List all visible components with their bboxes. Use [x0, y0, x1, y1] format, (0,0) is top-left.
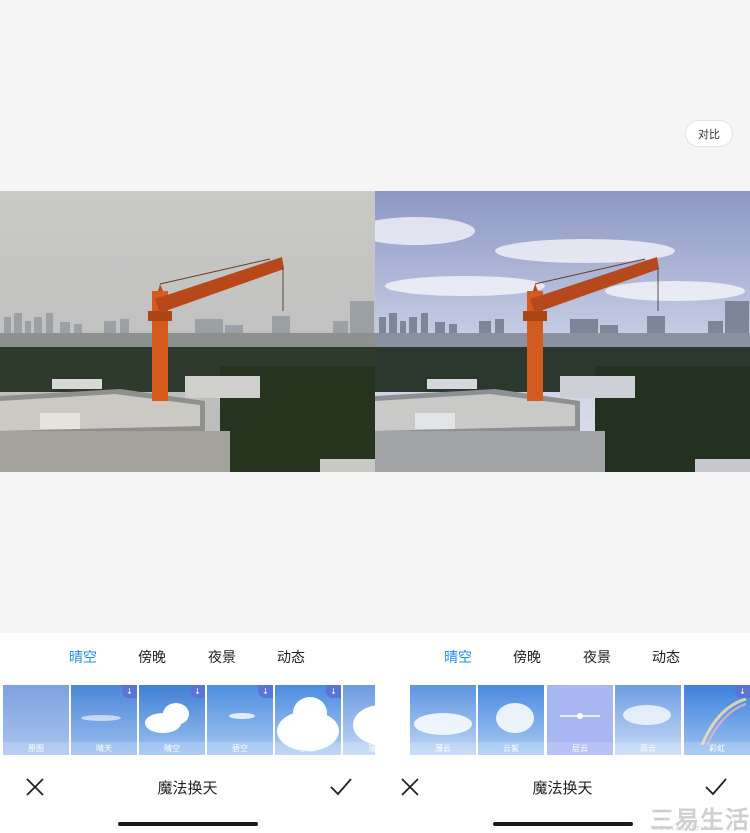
sky-thumb-rain-cloud[interactable]: 雨云	[615, 685, 681, 755]
sky-category-tabs: 晴空 傍晚 夜景 动态	[375, 647, 750, 671]
sky-thumb-azure[interactable]: ↓ 碧空	[207, 685, 273, 755]
sky-thumb-cloud-wisps[interactable]: 云絮	[478, 685, 544, 755]
sky-thumb-label: 彩虹	[684, 742, 750, 755]
intensity-slider-icon[interactable]	[560, 712, 600, 720]
tab-clear-sky[interactable]: 晴空	[444, 647, 472, 667]
edited-photo	[375, 191, 750, 472]
tab-dusk[interactable]: 傍晚	[138, 647, 166, 667]
download-arrow-icon: ↓	[258, 685, 273, 698]
sky-thumb-label: 薄云	[410, 742, 476, 755]
feature-title: 魔法换天	[157, 779, 218, 797]
sky-thumb-label: 雨云	[615, 742, 681, 755]
download-arrow-icon: ↓	[735, 685, 750, 698]
bottom-action-bar: 魔法换天	[0, 773, 375, 803]
tab-dusk[interactable]: 傍晚	[513, 647, 541, 667]
tab-dynamic[interactable]: 动态	[652, 647, 680, 667]
download-arrow-icon: ↓	[122, 685, 137, 698]
tab-night[interactable]: 夜景	[583, 647, 611, 667]
home-indicator	[493, 822, 633, 826]
sky-thumb-sunny[interactable]: ↓ 晴天	[71, 685, 137, 755]
download-arrow-icon: ↓	[190, 685, 205, 698]
sky-thumb-label: 云絮	[478, 742, 544, 755]
watermark-url: www.3elife.net	[652, 824, 718, 832]
sky-thumb-clear[interactable]: ↓ 晴空	[139, 685, 205, 755]
edited-photo-image	[375, 191, 750, 472]
tab-dynamic[interactable]: 动态	[277, 647, 305, 667]
original-photo	[0, 191, 375, 472]
tab-night[interactable]: 夜景	[208, 647, 236, 667]
feature-title: 魔法换天	[532, 779, 593, 797]
sky-thumb-label: 层云	[547, 742, 613, 755]
original-photo-image	[0, 191, 375, 472]
bottom-action-bar: 魔法换天	[375, 773, 750, 803]
check-icon[interactable]	[704, 776, 728, 798]
sky-category-tabs: 晴空 傍晚 夜景 动态	[0, 647, 375, 671]
sky-thumb-label: 晴空	[139, 742, 205, 755]
sky-thumb-rainbow[interactable]: ↓ 彩虹	[684, 685, 750, 755]
sky-picker-panel-left: 晴空 傍晚 夜景 动态 原图 ↓ 晴天 ↓ 晴空 ↓ 碧空 ↓ 多云 薄 魔法换…	[0, 633, 375, 833]
sky-thumb-cloudy[interactable]: ↓ 多云	[275, 685, 341, 755]
sky-thumb-label: 晴天	[71, 742, 137, 755]
sky-thumb-stratus[interactable]: 层云	[547, 685, 613, 755]
rainbow-icon	[700, 697, 747, 745]
sky-thumb-label: 原图	[3, 742, 69, 755]
check-icon[interactable]	[329, 776, 353, 798]
sky-thumbnail-strip: 原图 ↓ 晴天 ↓ 晴空 ↓ 碧空 ↓ 多云 薄	[0, 685, 375, 755]
sky-thumb-original[interactable]: 原图	[3, 685, 69, 755]
sky-thumb-label: 碧空	[207, 742, 273, 755]
sky-thumb-thin-cloud[interactable]: 薄云	[343, 685, 375, 755]
sky-thumb-label: 多云	[275, 742, 341, 755]
sky-thumb-thin-cloud[interactable]: 薄云	[410, 685, 476, 755]
compare-button[interactable]: 对比	[685, 120, 733, 147]
home-indicator	[118, 822, 258, 826]
download-arrow-icon: ↓	[326, 685, 341, 698]
watermark-logo: 三易生活 www.3elife.net	[650, 800, 750, 833]
sky-thumb-label: 薄云	[343, 742, 375, 755]
tab-clear-sky[interactable]: 晴空	[69, 647, 97, 667]
sky-thumbnail-strip: 薄云 云絮 层云 雨云 ↓ 彩虹	[375, 685, 750, 755]
